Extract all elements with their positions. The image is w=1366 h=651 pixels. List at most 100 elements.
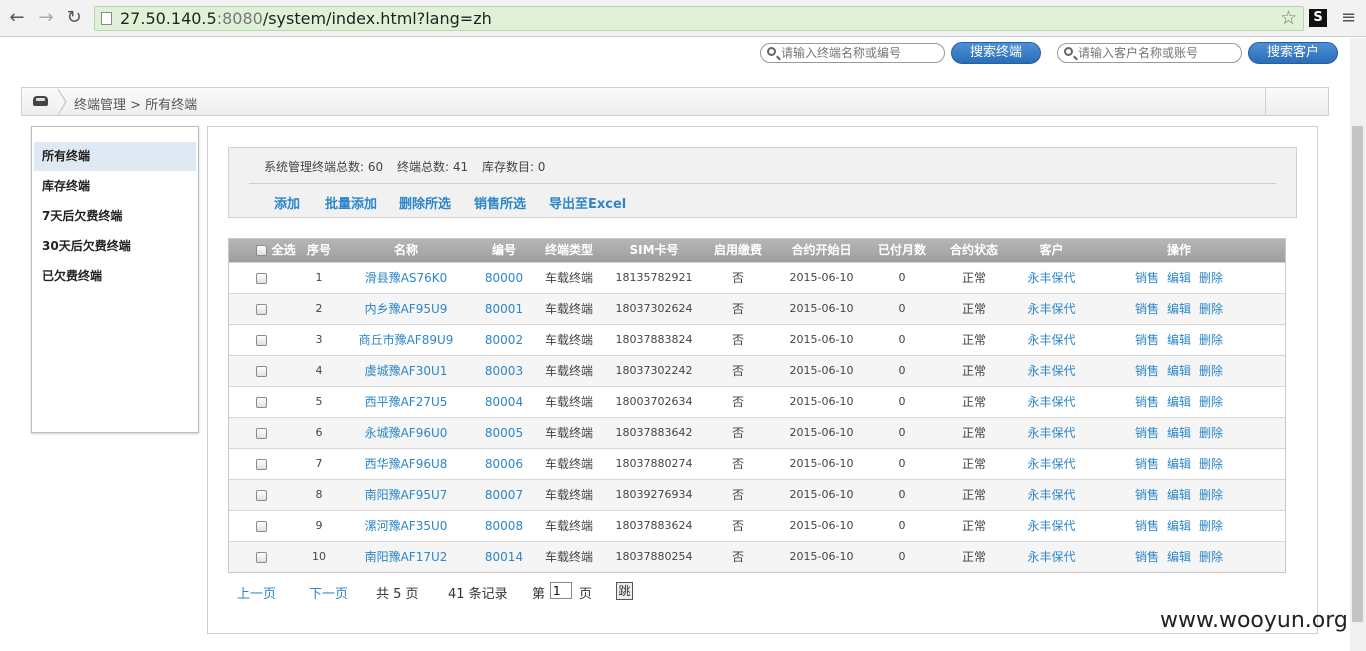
prev-page-link[interactable]: 上一页: [237, 583, 276, 602]
select-all-checkbox[interactable]: [256, 245, 268, 256]
breadcrumb-home[interactable]: [22, 88, 58, 115]
edit-link[interactable]: 编辑: [1167, 426, 1191, 440]
sell-link[interactable]: 销售: [1135, 333, 1159, 347]
sell-link[interactable]: 销售: [1135, 271, 1159, 285]
sell-link[interactable]: 销售: [1135, 395, 1159, 409]
forward-arrow-icon[interactable]: →: [36, 8, 56, 28]
cell-customer-link[interactable]: 永丰保代: [1014, 263, 1089, 293]
cell-number-link[interactable]: 80008: [479, 511, 529, 541]
sell-link[interactable]: 销售: [1135, 302, 1159, 316]
sidebar-item-all-terminals[interactable]: 所有终端: [34, 142, 196, 171]
jump-button[interactable]: 跳: [616, 582, 633, 600]
edit-link[interactable]: 编辑: [1167, 302, 1191, 316]
delete-link[interactable]: 删除: [1199, 550, 1223, 564]
sell-selected-link[interactable]: 销售所选: [474, 193, 526, 212]
sidebar-item-overdue[interactable]: 已欠费终端: [34, 262, 196, 291]
cell-name-link[interactable]: 永城豫AF96U0: [351, 418, 461, 448]
cell-customer-link[interactable]: 永丰保代: [1014, 294, 1089, 324]
cell-customer-link[interactable]: 永丰保代: [1014, 511, 1089, 541]
cell-name-link[interactable]: 漯河豫AF35U0: [351, 511, 461, 541]
customer-search-field[interactable]: [1057, 43, 1242, 63]
delete-link[interactable]: 删除: [1199, 488, 1223, 502]
row-checkbox[interactable]: [255, 551, 267, 563]
delete-link[interactable]: 删除: [1199, 364, 1223, 378]
row-checkbox[interactable]: [255, 365, 267, 377]
cell-name-link[interactable]: 南阳豫AF95U7: [351, 480, 461, 510]
bookmark-star-icon[interactable]: ☆: [1280, 8, 1297, 28]
edit-link[interactable]: 编辑: [1167, 457, 1191, 471]
back-arrow-icon[interactable]: ←: [7, 8, 27, 28]
row-checkbox[interactable]: [255, 303, 267, 315]
cell-customer-link[interactable]: 永丰保代: [1014, 480, 1089, 510]
row-checkbox[interactable]: [255, 396, 267, 408]
extension-icon[interactable]: S: [1309, 9, 1327, 27]
row-checkbox[interactable]: [255, 520, 267, 532]
address-bar[interactable]: 27.50.140.5:8080/system/index.html?lang=…: [94, 6, 1304, 31]
cell-number-link[interactable]: 80006: [479, 449, 529, 479]
row-checkbox[interactable]: [255, 272, 267, 284]
sell-link[interactable]: 销售: [1135, 550, 1159, 564]
terminal-search-field[interactable]: [760, 43, 945, 63]
row-checkbox[interactable]: [255, 458, 267, 470]
cell-number-link[interactable]: 80007: [479, 480, 529, 510]
search-customer-button[interactable]: 搜索客户: [1248, 42, 1338, 64]
customer-search-input[interactable]: [1078, 45, 1238, 61]
delete-selected-link[interactable]: 删除所选: [399, 193, 451, 212]
cell-number-link[interactable]: 80005: [479, 418, 529, 448]
reload-icon[interactable]: ↻: [64, 8, 84, 28]
edit-link[interactable]: 编辑: [1167, 395, 1191, 409]
sidebar-item-30day-overdue[interactable]: 30天后欠费终端: [34, 232, 196, 261]
edit-link[interactable]: 编辑: [1167, 364, 1191, 378]
sell-link[interactable]: 销售: [1135, 426, 1159, 440]
delete-link[interactable]: 删除: [1199, 426, 1223, 440]
cell-name-link[interactable]: 西平豫AF27U5: [351, 387, 461, 417]
add-link[interactable]: 添加: [274, 193, 300, 212]
cell-number-link[interactable]: 80014: [479, 542, 529, 572]
scrollbar[interactable]: [1350, 38, 1366, 651]
cell-number-link[interactable]: 80003: [479, 356, 529, 386]
row-checkbox[interactable]: [255, 427, 267, 439]
delete-link[interactable]: 删除: [1199, 457, 1223, 471]
edit-link[interactable]: 编辑: [1167, 550, 1191, 564]
edit-link[interactable]: 编辑: [1167, 333, 1191, 347]
header-select-all[interactable]: 全选: [251, 239, 301, 262]
sidebar-item-7day-overdue[interactable]: 7天后欠费终端: [34, 202, 196, 231]
sell-link[interactable]: 销售: [1135, 488, 1159, 502]
page-number-input[interactable]: [550, 582, 572, 599]
edit-link[interactable]: 编辑: [1167, 488, 1191, 502]
scroll-thumb[interactable]: [1352, 126, 1363, 622]
cell-number-link[interactable]: 80000: [479, 263, 529, 293]
delete-link[interactable]: 删除: [1199, 333, 1223, 347]
row-checkbox[interactable]: [255, 334, 267, 346]
sell-link[interactable]: 销售: [1135, 519, 1159, 533]
cell-name-link[interactable]: 南阳豫AF17U2: [351, 542, 461, 572]
cell-number-link[interactable]: 80001: [479, 294, 529, 324]
sell-link[interactable]: 销售: [1135, 364, 1159, 378]
row-checkbox[interactable]: [255, 489, 267, 501]
cell-name-link[interactable]: 滑县豫AS76K0: [351, 263, 461, 293]
search-terminal-button[interactable]: 搜索终端: [951, 42, 1041, 64]
batch-add-link[interactable]: 批量添加: [325, 193, 377, 212]
cell-number-link[interactable]: 80002: [479, 325, 529, 355]
sell-link[interactable]: 销售: [1135, 457, 1159, 471]
export-excel-link[interactable]: 导出至Excel: [549, 193, 626, 212]
cell-customer-link[interactable]: 永丰保代: [1014, 325, 1089, 355]
cell-name-link[interactable]: 西华豫AF96U8: [351, 449, 461, 479]
browser-menu-icon[interactable]: ≡: [1341, 9, 1357, 27]
delete-link[interactable]: 删除: [1199, 271, 1223, 285]
cell-number-link[interactable]: 80004: [479, 387, 529, 417]
delete-link[interactable]: 删除: [1199, 302, 1223, 316]
cell-customer-link[interactable]: 永丰保代: [1014, 418, 1089, 448]
edit-link[interactable]: 编辑: [1167, 519, 1191, 533]
sidebar-item-stock-terminals[interactable]: 库存终端: [34, 172, 196, 201]
edit-link[interactable]: 编辑: [1167, 271, 1191, 285]
cell-customer-link[interactable]: 永丰保代: [1014, 542, 1089, 572]
cell-customer-link[interactable]: 永丰保代: [1014, 387, 1089, 417]
cell-customer-link[interactable]: 永丰保代: [1014, 356, 1089, 386]
next-page-link[interactable]: 下一页: [309, 583, 348, 602]
delete-link[interactable]: 删除: [1199, 395, 1223, 409]
cell-name-link[interactable]: 虞城豫AF30U1: [351, 356, 461, 386]
cell-name-link[interactable]: 内乡豫AF95U9: [351, 294, 461, 324]
delete-link[interactable]: 删除: [1199, 519, 1223, 533]
cell-customer-link[interactable]: 永丰保代: [1014, 449, 1089, 479]
